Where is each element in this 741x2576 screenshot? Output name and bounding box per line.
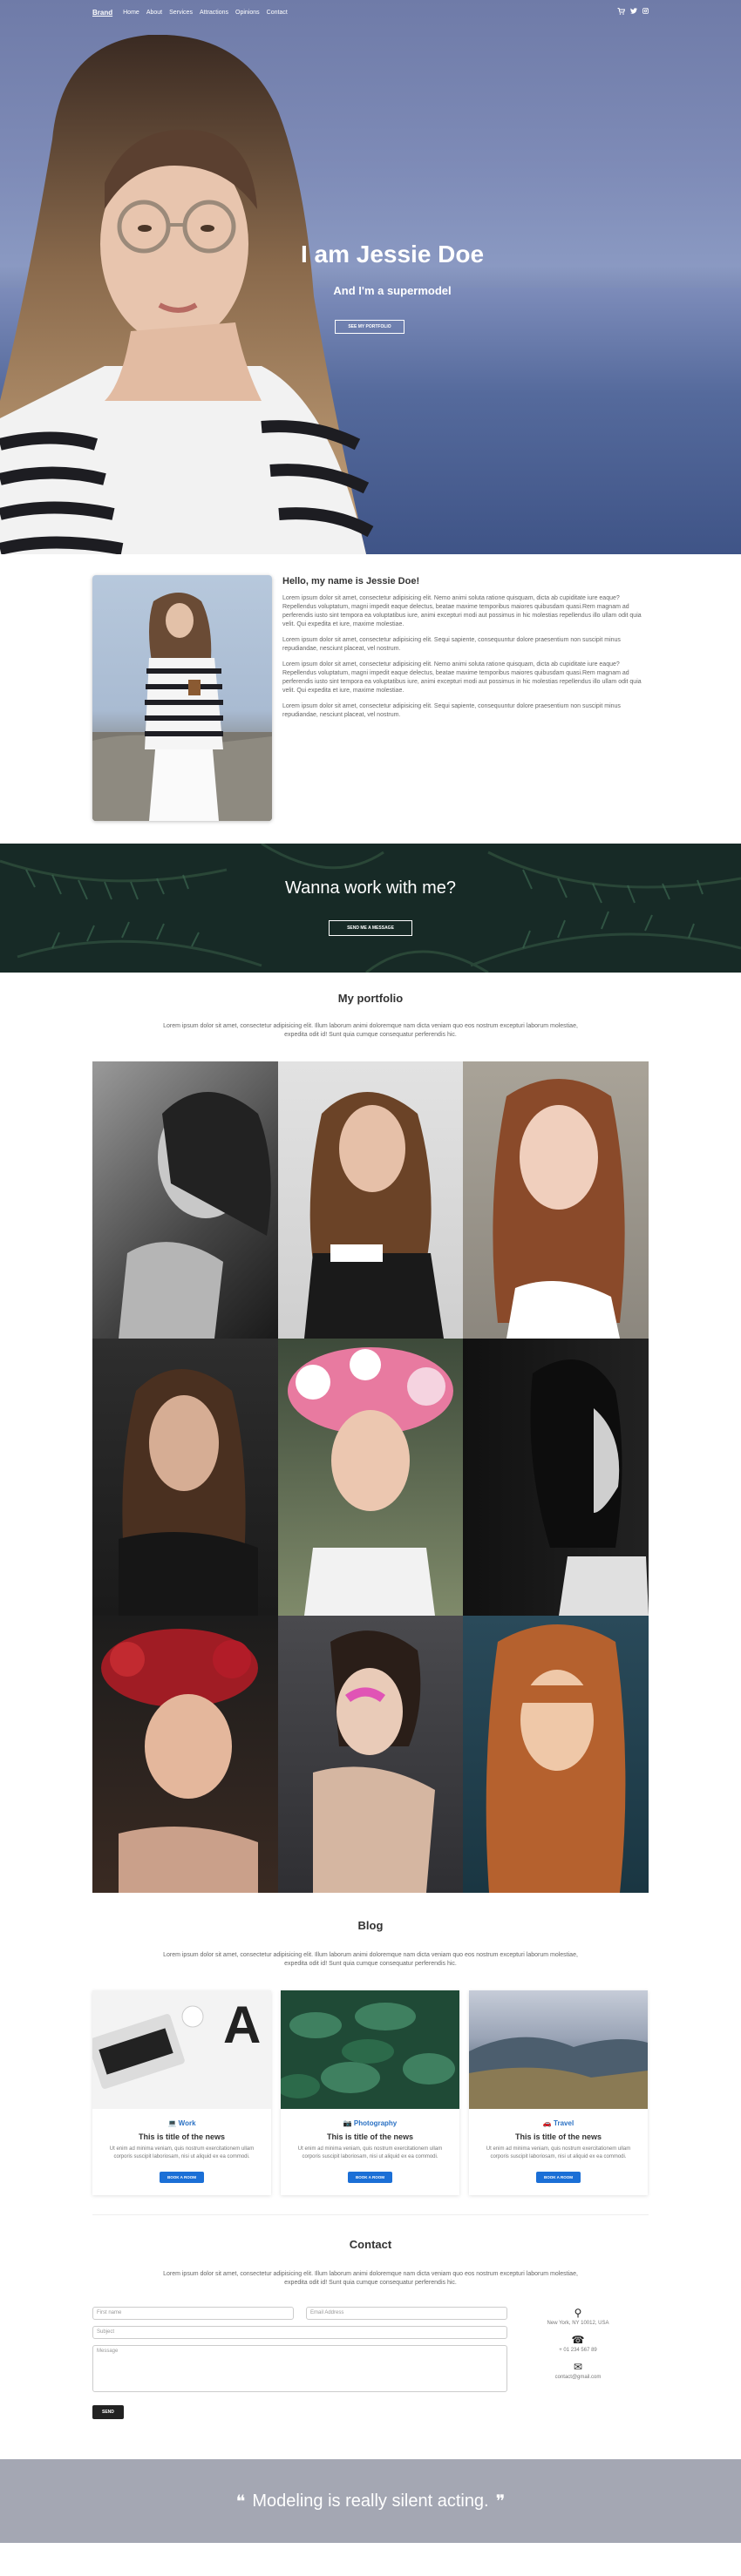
hero-title: I am Jessie Doe [300,241,485,268]
quote-section: ❝ Modeling is really silent acting. ❞ [0,2459,741,2543]
about-section: Hello, my name is Jessie Doe! Lorem ipsu… [92,554,649,844]
book-room-button[interactable]: BOOK A ROOM [160,2172,204,2183]
send-message-button[interactable]: SEND ME A MESSAGE [329,920,412,936]
nav-link-opinions[interactable]: Opinions [235,10,260,16]
nav-link-about[interactable]: About [146,10,162,16]
twitter-icon[interactable] [630,8,637,17]
portfolio-image[interactable] [92,1061,278,1339]
contact-description: Lorem ipsum dolor sit amet, consectetur … [163,2271,578,2286]
blog-category-link[interactable]: 🚗 Travel [478,2119,639,2127]
contact-email: contact@gmail.com [554,2375,602,2380]
contact-phone: + 01 234 567 89 [559,2348,597,2353]
book-room-button[interactable]: BOOK A ROOM [348,2172,392,2183]
top-navbar: Brand Home About Services Attractions Op… [0,0,741,24]
portfolio-image[interactable] [277,1616,464,1893]
about-paragraph: Lorem ipsum dolor sit amet, consectetur … [282,661,642,694]
portfolio-grid [92,1061,649,1893]
quote-open-icon: ❝ [235,2491,246,2512]
blog-title: Blog [357,1919,384,1932]
blog-card-title: This is title of the news [514,2132,602,2141]
portfolio-image[interactable] [92,1339,278,1616]
first-name-input[interactable]: First name [92,2307,294,2320]
cart-icon[interactable] [617,8,626,17]
blog-card: 🚗 Travel This is title of the news Ut en… [469,1990,648,2195]
portfolio-image[interactable] [92,1616,278,1893]
phone-icon: ☎ [571,2334,585,2346]
blog-section: Blog Lorem ipsum dolor sit amet, consect… [0,1893,741,2195]
blog-card-image [281,1990,459,2109]
email-input[interactable]: Email Address [306,2307,507,2320]
camera-icon: 📷 [343,2119,352,2127]
nav-link-attractions[interactable]: Attractions [200,10,228,16]
cta-section: Wanna work with me? SEND ME A MESSAGE [0,844,741,973]
contact-form: First name Email Address Subject Message… [92,2307,507,2419]
envelope-icon: ✉ [573,2361,583,2373]
portfolio-image[interactable] [277,1339,464,1616]
portfolio-image[interactable] [463,1616,649,1893]
blog-card: A 💻 Work This is title of the news Ut en… [92,1990,271,2195]
blog-category-link[interactable]: 💻 Work [101,2119,262,2127]
contact-info: ⚲ New York, NY 10012, USA ☎ + 01 234 567 8… [507,2307,649,2419]
blog-category-label: Photography [353,2119,398,2127]
car-icon: 🚗 [542,2119,552,2127]
message-textarea[interactable]: Message [92,2345,507,2392]
about-text: Hello, my name is Jessie Doe! Lorem ipsu… [282,575,649,844]
about-model-photo [92,575,272,821]
portfolio-image[interactable] [463,1339,649,1616]
nav-link-home[interactable]: Home [123,10,139,16]
blog-category-link[interactable]: 📷 Photography [289,2119,451,2127]
blog-card-title: This is title of the news [326,2132,413,2141]
portfolio-title: My portfolio [337,992,404,1005]
blog-card-text: Ut enim ad minima veniam, quis nostrum e… [297,2146,443,2159]
contact-address: New York, NY 10012, USA [547,2321,609,2326]
blog-card: 📷 Photography This is title of the news … [281,1990,459,2195]
map-marker-icon: ⚲ [574,2307,582,2319]
blog-description: Lorem ipsum dolor sit amet, consectetur … [163,1952,578,1967]
nav-icons [617,8,649,17]
about-paragraph: Lorem ipsum dolor sit amet, consectetur … [282,637,621,652]
nav-link-contact[interactable]: Contact [267,10,288,16]
contact-title: Contact [349,2238,392,2251]
send-button[interactable]: SEND [92,2405,124,2419]
quote-text: Modeling is really silent acting. [252,2491,489,2511]
cta-title: Wanna work with me? [285,878,456,898]
laptop-icon: 💻 [167,2119,177,2127]
brand-link[interactable]: Brand [92,9,112,17]
blog-card-title: This is title of the news [138,2132,225,2141]
fern-background [0,844,741,973]
subject-input[interactable]: Subject [92,2326,507,2339]
portfolio-image[interactable] [463,1061,649,1339]
portfolio-description: Lorem ipsum dolor sit amet, consectetur … [163,1023,578,1038]
blog-card-text: Ut enim ad minima veniam, quis nostrum e… [486,2146,631,2159]
portfolio-section: My portfolio Lorem ipsum dolor sit amet,… [0,973,741,1893]
quote-close-icon: ❞ [495,2491,506,2512]
nav-link-services[interactable]: Services [169,10,193,16]
blog-card-text: Ut enim ad minima veniam, quis nostrum e… [109,2146,255,2159]
contact-section: Contact Lorem ipsum dolor sit amet, cons… [0,2215,741,2419]
nav-links: Home About Services Attractions Opinions… [123,10,288,16]
blog-card-image [469,1990,648,2109]
contact-area: First name Email Address Subject Message… [92,2307,649,2419]
blog-cards: A 💻 Work This is title of the news Ut en… [92,1990,649,2195]
about-paragraph: Lorem ipsum dolor sit amet, consectetur … [282,595,642,627]
instagram-icon[interactable] [642,8,649,17]
svg-text:A: A [223,1996,261,2054]
book-room-button[interactable]: BOOK A ROOM [536,2172,581,2183]
about-title: Hello, my name is Jessie Doe! [282,576,420,586]
hero-subtitle: And I'm a supermodel [333,284,452,297]
blog-category-label: Travel [554,2119,574,2127]
see-portfolio-button[interactable]: SEE MY PORTFOLIO [335,320,404,334]
about-paragraph: Lorem ipsum dolor sit amet, consectetur … [282,703,621,718]
blog-card-image: A [92,1990,271,2109]
portfolio-image[interactable] [277,1061,464,1339]
blog-category-label: Work [178,2119,196,2127]
hero-section: I am Jessie Doe And I'm a supermodel SEE… [0,0,741,554]
